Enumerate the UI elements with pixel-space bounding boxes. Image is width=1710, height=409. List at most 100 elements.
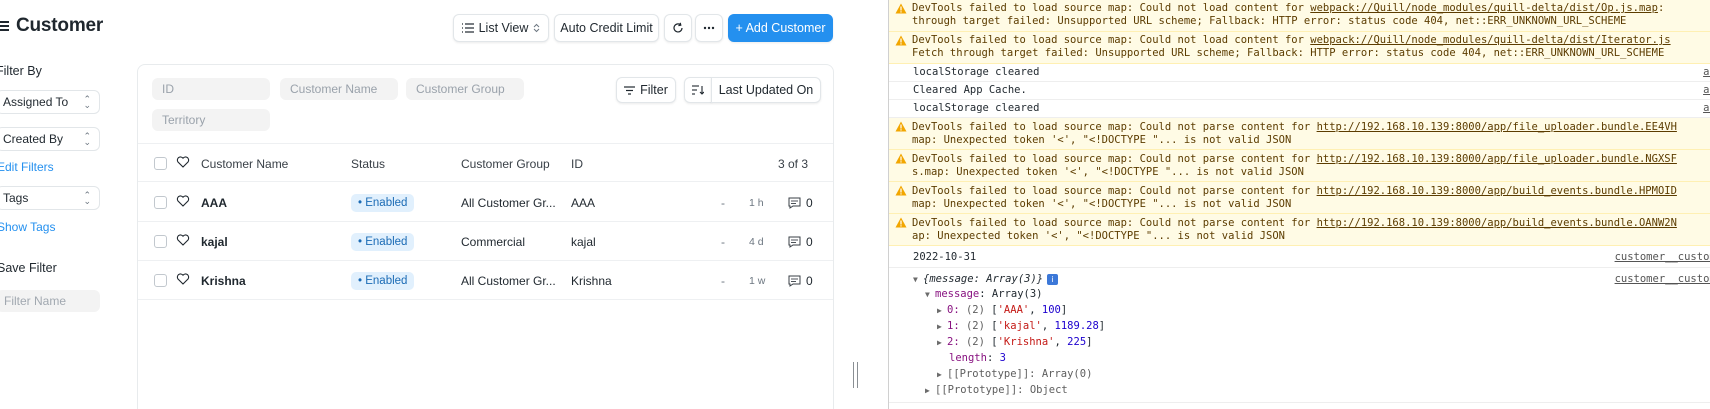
territory-filter-input[interactable]: Territory xyxy=(152,109,270,131)
source-map-link[interactable]: http://192.168.10.139:8000/app/file_uplo… xyxy=(1317,153,1677,165)
customer-group-filter-input[interactable]: Customer Group xyxy=(406,78,524,100)
assigned-to-select[interactable]: Assigned To ⌃ ⌄ xyxy=(0,90,100,114)
console-object-log[interactable]: ▼{message: Array(3)}i customer__custom_l… xyxy=(889,268,1710,403)
comment-count[interactable]: 0 xyxy=(788,261,813,300)
expand-triangle-icon[interactable]: ▶ xyxy=(937,320,947,333)
console-warning[interactable]: DevTools failed to load source map: Coul… xyxy=(889,0,1710,32)
source-map-link[interactable]: http://192.168.10.139:8000/app/file_uplo… xyxy=(1317,121,1677,133)
more-actions-button[interactable] xyxy=(695,14,723,42)
console-warning[interactable]: DevTools failed to load source map: Coul… xyxy=(889,182,1710,214)
status-cell: • Enabled xyxy=(351,183,415,222)
prototype-object[interactable]: ▶ [[Prototype]]: Object xyxy=(925,384,1068,397)
table-row[interactable]: Krishna • Enabled All Customer Gr... Kri… xyxy=(138,261,833,300)
auto-credit-limit-label: Auto Credit Limit xyxy=(560,21,653,35)
heart-icon[interactable] xyxy=(176,155,190,169)
source-link[interactable]: assets xyxy=(1703,102,1710,114)
refresh-button[interactable] xyxy=(664,14,692,42)
collapse-triangle-icon[interactable]: ▼ xyxy=(925,288,935,301)
status-badge: • Enabled xyxy=(351,271,415,290)
collapse-triangle-icon[interactable]: ▼ xyxy=(913,273,923,286)
comment-count[interactable]: 0 xyxy=(788,183,813,222)
created-by-select[interactable]: Created By ⌃ ⌄ xyxy=(0,127,100,151)
customer-name-filter-input[interactable]: Customer Name xyxy=(280,78,398,100)
save-filter-heading: Save Filter xyxy=(0,261,57,275)
array-item[interactable]: ▶ 2: (2) ['Krishna', 225] xyxy=(937,336,1092,349)
expand-triangle-icon[interactable]: ▶ xyxy=(937,368,947,381)
refresh-icon xyxy=(673,22,683,33)
console-text: s.map: Unexpected token '<', "<!DOCTYPE … xyxy=(912,166,1304,178)
console-text: ap: Unexpected token '<', "<!DOCTYPE "..… xyxy=(912,230,1285,242)
filter-button[interactable]: Filter xyxy=(616,77,676,103)
console-log[interactable]: localStorage cleared assets xyxy=(889,100,1710,118)
select-all-checkbox[interactable] xyxy=(154,157,167,170)
select-arrows-icon: ⌃ ⌄ xyxy=(83,94,91,110)
sort-by-label: Last Updated On xyxy=(718,83,814,97)
row-checkbox[interactable] xyxy=(154,196,167,209)
customer-name-link[interactable]: kajal xyxy=(201,222,228,261)
source-map-link[interactable]: http://192.168.10.139:8000/app/build_eve… xyxy=(1317,217,1677,229)
console-text: : xyxy=(1657,2,1665,14)
panel-splitter[interactable] xyxy=(850,0,888,409)
tags-select[interactable]: Tags ⌃ ⌄ xyxy=(0,186,100,210)
console-text: 2022-10-31 xyxy=(913,251,977,263)
header-customer-group[interactable]: Customer Group xyxy=(461,144,550,183)
expand-triangle-icon[interactable]: ▶ xyxy=(925,384,935,397)
header-id[interactable]: ID xyxy=(571,144,583,183)
list-view-button[interactable]: List View xyxy=(453,14,549,42)
sidebar-toggle-icon[interactable] xyxy=(0,21,9,31)
comment-icon xyxy=(788,197,801,209)
customer-name-link[interactable]: AAA xyxy=(201,183,227,222)
status-cell: • Enabled xyxy=(351,222,415,261)
console-warning[interactable]: DevTools failed to load source map: Coul… xyxy=(889,214,1710,246)
console-warning[interactable]: DevTools failed to load source map: Coul… xyxy=(889,32,1710,64)
heart-icon[interactable] xyxy=(176,233,190,247)
console-text: localStorage cleared xyxy=(913,102,1040,114)
source-link[interactable]: customer__custom_lis xyxy=(1615,251,1710,263)
page-title: Customer xyxy=(16,15,104,36)
heart-icon[interactable] xyxy=(176,194,190,208)
row-checkbox[interactable] xyxy=(154,235,167,248)
filter-name-input[interactable]: Filter Name xyxy=(0,290,100,312)
item-name: 'kajal' xyxy=(997,320,1042,332)
console-warning[interactable]: DevTools failed to load source map: Coul… xyxy=(889,118,1710,150)
console-log[interactable]: 2022-10-31 customer__custom_lis xyxy=(889,246,1710,268)
auto-credit-limit-button[interactable]: Auto Credit Limit xyxy=(554,14,659,42)
object-summary[interactable]: ▼ {message: Array(3)} i xyxy=(913,273,1059,286)
console-log[interactable]: localStorage cleared assets xyxy=(889,64,1710,82)
add-customer-button[interactable]: + Add Customer xyxy=(728,14,833,42)
header-customer-name[interactable]: Customer Name xyxy=(201,144,288,183)
table-row[interactable]: kajal • Enabled Commercial kajal - 4 d 0 xyxy=(138,222,833,261)
array-item[interactable]: ▶ 0: (2) ['AAA', 100] xyxy=(937,304,1067,317)
heart-icon[interactable] xyxy=(176,272,190,286)
source-link[interactable]: assets xyxy=(1703,66,1710,78)
source-map-link[interactable]: webpack://Quill/node_modules/quill-delta… xyxy=(1310,34,1670,46)
source-map-link[interactable]: webpack://Quill/node_modules/quill-delta… xyxy=(1310,2,1658,14)
info-icon[interactable]: i xyxy=(1047,274,1059,285)
header-status[interactable]: Status xyxy=(351,144,385,183)
sort-order-button[interactable] xyxy=(684,77,712,103)
record-count: 3 of 3 xyxy=(778,156,809,171)
comment-count[interactable]: 0 xyxy=(788,222,813,261)
row-checkbox[interactable] xyxy=(154,274,167,287)
source-map-link[interactable]: http://192.168.10.139:8000/app/build_eve… xyxy=(1317,185,1677,197)
filter-icon xyxy=(624,85,636,95)
source-link[interactable]: customer__custom_lis xyxy=(1615,273,1710,285)
expand-triangle-icon[interactable]: ▶ xyxy=(937,336,947,349)
item-length: (2) xyxy=(965,336,985,348)
customer-name-link[interactable]: Krishna xyxy=(201,261,246,300)
id-filter-input[interactable]: ID xyxy=(152,78,270,100)
console-warning[interactable]: DevTools failed to load source map: Coul… xyxy=(889,150,1710,182)
show-tags-link[interactable]: Show Tags xyxy=(0,220,55,234)
filter-label: Filter xyxy=(640,83,668,97)
prototype-array[interactable]: ▶ [[Prototype]]: Array(0) xyxy=(937,368,1092,381)
source-link[interactable]: assets xyxy=(1703,84,1710,96)
item-number: 225 xyxy=(1067,336,1087,348)
message-property[interactable]: ▼ message: Array(3) xyxy=(925,288,1043,301)
console-log[interactable]: Cleared App Cache. assets xyxy=(889,82,1710,100)
edit-filters-link[interactable]: Edit Filters xyxy=(0,160,54,174)
expand-triangle-icon[interactable]: ▶ xyxy=(937,304,947,317)
table-row[interactable]: AAA • Enabled All Customer Gr... AAA - 1… xyxy=(138,183,833,222)
sort-by-button[interactable]: Last Updated On xyxy=(711,77,821,103)
resize-handle[interactable] xyxy=(853,362,859,388)
array-item[interactable]: ▶ 1: (2) ['kajal', 1189.28] xyxy=(937,320,1105,333)
